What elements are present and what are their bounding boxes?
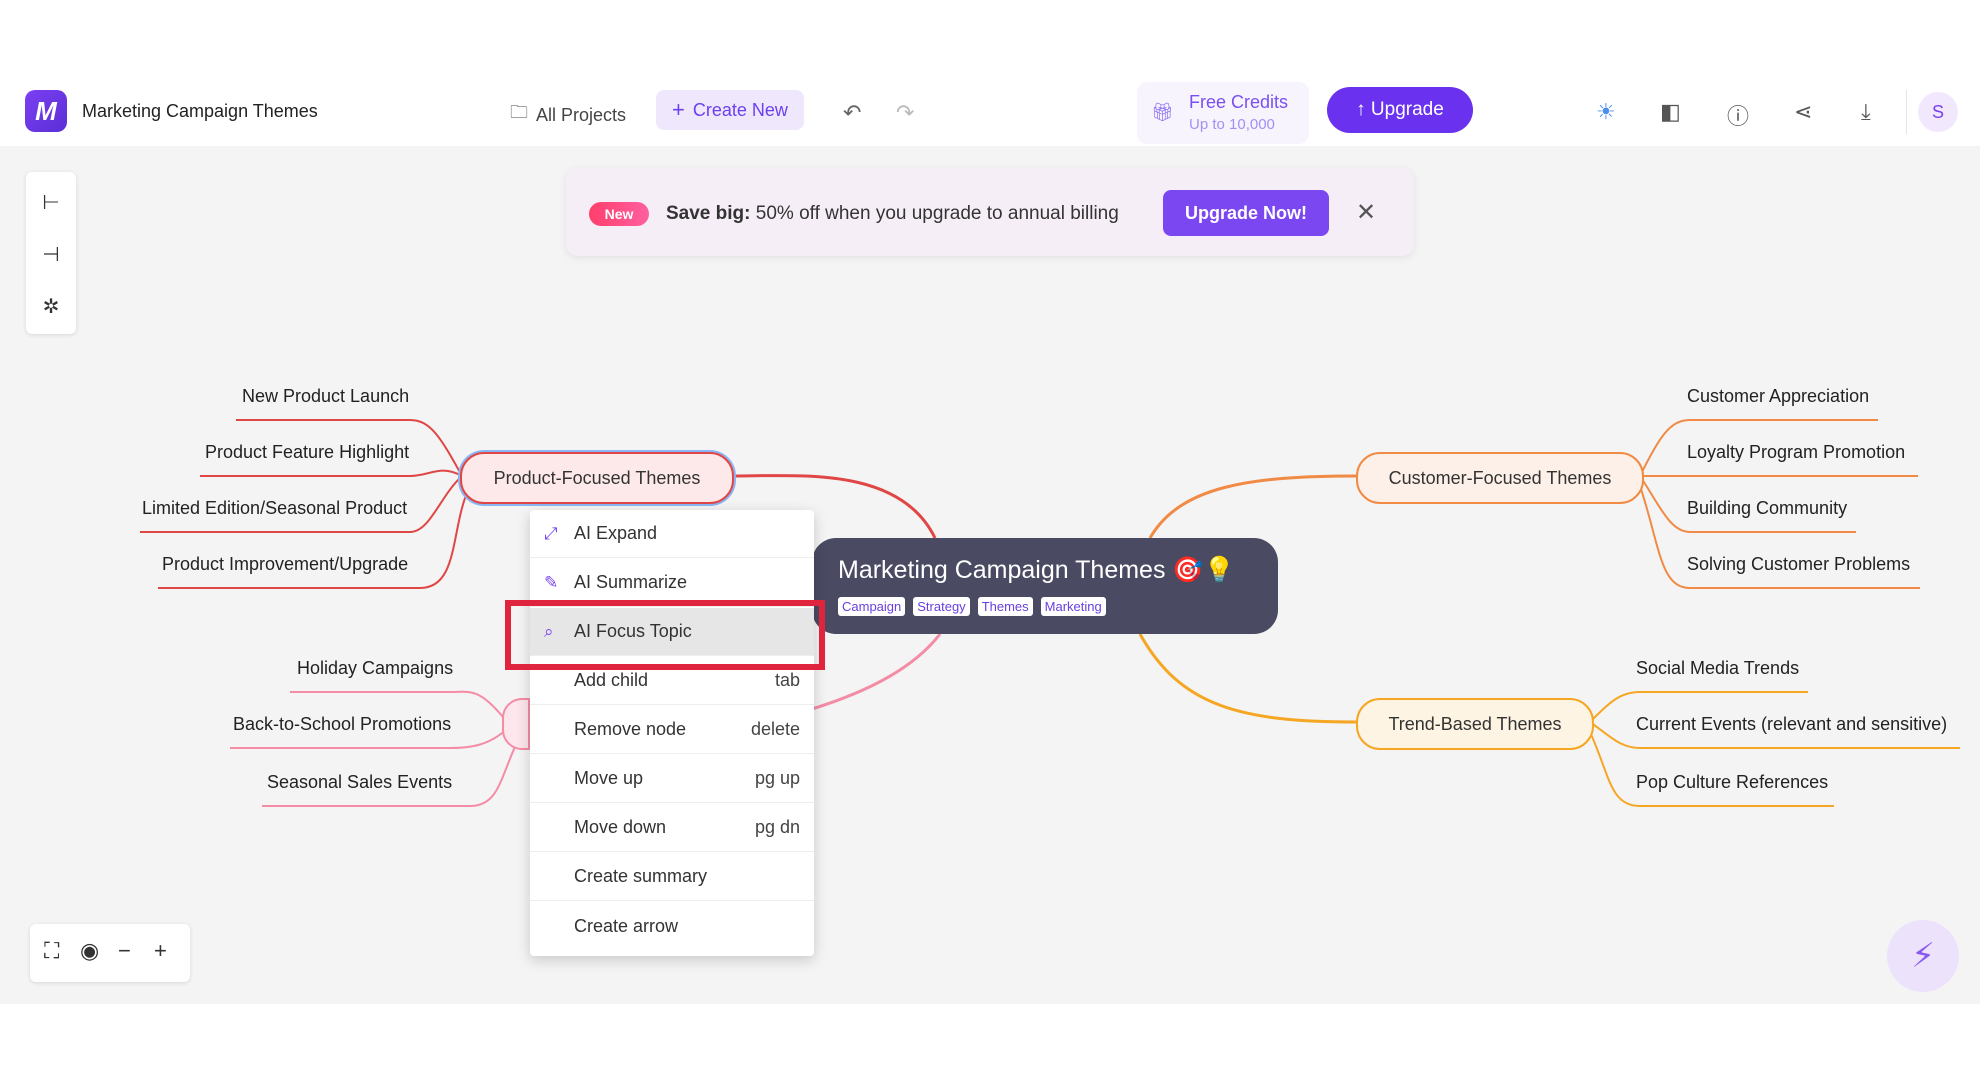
- close-icon[interactable]: ✕: [1356, 198, 1376, 227]
- all-projects-button[interactable]: 🗀 All Projects: [510, 100, 626, 130]
- leaf-node[interactable]: Solving Customer Problems: [1687, 554, 1910, 575]
- menu-item-create-arrow[interactable]: Create arrow: [530, 902, 814, 950]
- layout-left-icon[interactable]: ⊣: [26, 242, 76, 267]
- link-root-customer: [1148, 474, 1357, 539]
- zoom-in-icon[interactable]: +: [154, 938, 167, 964]
- promo-text: Save big: 50% off when you upgrade to an…: [666, 203, 1119, 224]
- root-node[interactable]: Marketing Campaign Themes 🎯💡 Campaign St…: [812, 538, 1278, 634]
- leaf-node[interactable]: Seasonal Sales Events: [267, 772, 452, 793]
- free-credits-button[interactable]: 🎁︎ Free Credits Up to 10,000: [1137, 82, 1309, 144]
- locate-icon[interactable]: ◉: [80, 938, 99, 964]
- redo-icon[interactable]: ↷: [896, 100, 914, 126]
- new-badge: New: [589, 202, 649, 226]
- upgrade-button[interactable]: ↑ Upgrade: [1327, 87, 1473, 133]
- tag[interactable]: Themes: [977, 597, 1033, 616]
- leaf-node[interactable]: Customer Appreciation: [1687, 386, 1869, 407]
- folder-icon: 🗀: [510, 102, 528, 122]
- plus-icon: +: [672, 97, 685, 122]
- link-root-trend: [1138, 633, 1357, 724]
- link-product-leaf2: [200, 469, 463, 477]
- menu-item-move-down[interactable]: Move down pg dn: [530, 804, 814, 852]
- create-new-button[interactable]: + Create New: [656, 90, 804, 130]
- help-icon[interactable]: ⓘ: [1727, 99, 1749, 131]
- leaf-node[interactable]: New Product Launch: [242, 386, 409, 407]
- app-logo[interactable]: M: [25, 90, 67, 132]
- app-header: M Marketing Campaign Themes 🗀 All Projec…: [0, 80, 1980, 146]
- download-icon[interactable]: ⤓: [1861, 99, 1871, 125]
- menu-item-ai-expand[interactable]: ⤢ AI Expand: [530, 510, 814, 558]
- user-avatar[interactable]: S: [1918, 92, 1958, 132]
- leaf-node[interactable]: Holiday Campaigns: [297, 658, 453, 679]
- tag[interactable]: Marketing: [1040, 597, 1106, 616]
- layout-right-icon[interactable]: ⊢: [26, 190, 76, 215]
- context-menu: ⤢ AI Expand ✎ AI Summarize ⌕ AI Focus To…: [530, 510, 814, 956]
- promo-banner: New Save big: 50% off when you upgrade t…: [566, 168, 1414, 256]
- menu-item-create-summary[interactable]: Create summary: [530, 853, 814, 901]
- share-icon[interactable]: ⋖: [1794, 99, 1812, 125]
- upgrade-now-button[interactable]: Upgrade Now!: [1163, 190, 1329, 236]
- tag[interactable]: Campaign: [838, 597, 906, 616]
- edit-icon: ✎: [544, 572, 559, 592]
- zoom-controls: ⛶ ◉ − +: [30, 924, 190, 982]
- ai-bolt-button[interactable]: ⚡︎: [1887, 920, 1959, 992]
- menu-item-move-up[interactable]: Move up pg up: [530, 755, 814, 803]
- leaf-node[interactable]: Pop Culture References: [1636, 772, 1828, 793]
- link-trend-leaf3: [1589, 731, 1834, 807]
- divider: [1906, 90, 1907, 134]
- expand-icon: ⤢: [544, 523, 558, 543]
- branch-customer-focused[interactable]: Customer-Focused Themes: [1356, 452, 1644, 504]
- fit-screen-icon[interactable]: ⛶: [44, 938, 59, 964]
- leaf-node[interactable]: Limited Edition/Seasonal Product: [142, 498, 407, 519]
- root-title: Marketing Campaign Themes 🎯💡: [838, 556, 1235, 584]
- theme-sun-icon[interactable]: ☀: [1596, 99, 1616, 125]
- branch-trend-based[interactable]: Trend-Based Themes: [1356, 698, 1594, 750]
- mindmap-canvas[interactable]: ⊢ ⊣ ✲ New Save big: 50% off when you upg…: [0, 146, 1980, 1004]
- leaf-node[interactable]: Loyalty Program Promotion: [1687, 442, 1905, 463]
- highlight-box: [505, 600, 825, 670]
- leaf-node[interactable]: Current Events (relevant and sensitive): [1636, 714, 1947, 735]
- root-tags: Campaign Strategy Themes Marketing: [838, 597, 1106, 616]
- layout-radial-icon[interactable]: ✲: [26, 294, 76, 319]
- leaf-node[interactable]: Product Feature Highlight: [205, 442, 409, 463]
- branch-product-focused[interactable]: Product-Focused Themes: [460, 452, 734, 504]
- undo-icon[interactable]: ↶: [843, 100, 861, 126]
- leaf-node[interactable]: Back-to-School Promotions: [233, 714, 451, 735]
- leaf-node[interactable]: Building Community: [1687, 498, 1847, 519]
- tag[interactable]: Strategy: [913, 597, 970, 616]
- link-seasonal-leaf3: [262, 735, 521, 807]
- leaf-node[interactable]: Product Improvement/Upgrade: [162, 554, 408, 575]
- layout-style-icon[interactable]: ◧: [1660, 99, 1681, 125]
- layout-toolbar: ⊢ ⊣ ✲: [26, 172, 76, 334]
- leaf-node[interactable]: Social Media Trends: [1636, 658, 1799, 679]
- gift-icon: 🎁︎: [1151, 102, 1174, 122]
- document-title[interactable]: Marketing Campaign Themes: [82, 101, 318, 122]
- zoom-out-icon[interactable]: −: [118, 938, 131, 964]
- branch-seasonal[interactable]: [502, 698, 530, 750]
- lightning-icon: ⚡︎: [1911, 937, 1935, 975]
- menu-item-remove-node[interactable]: Remove node delete: [530, 706, 814, 754]
